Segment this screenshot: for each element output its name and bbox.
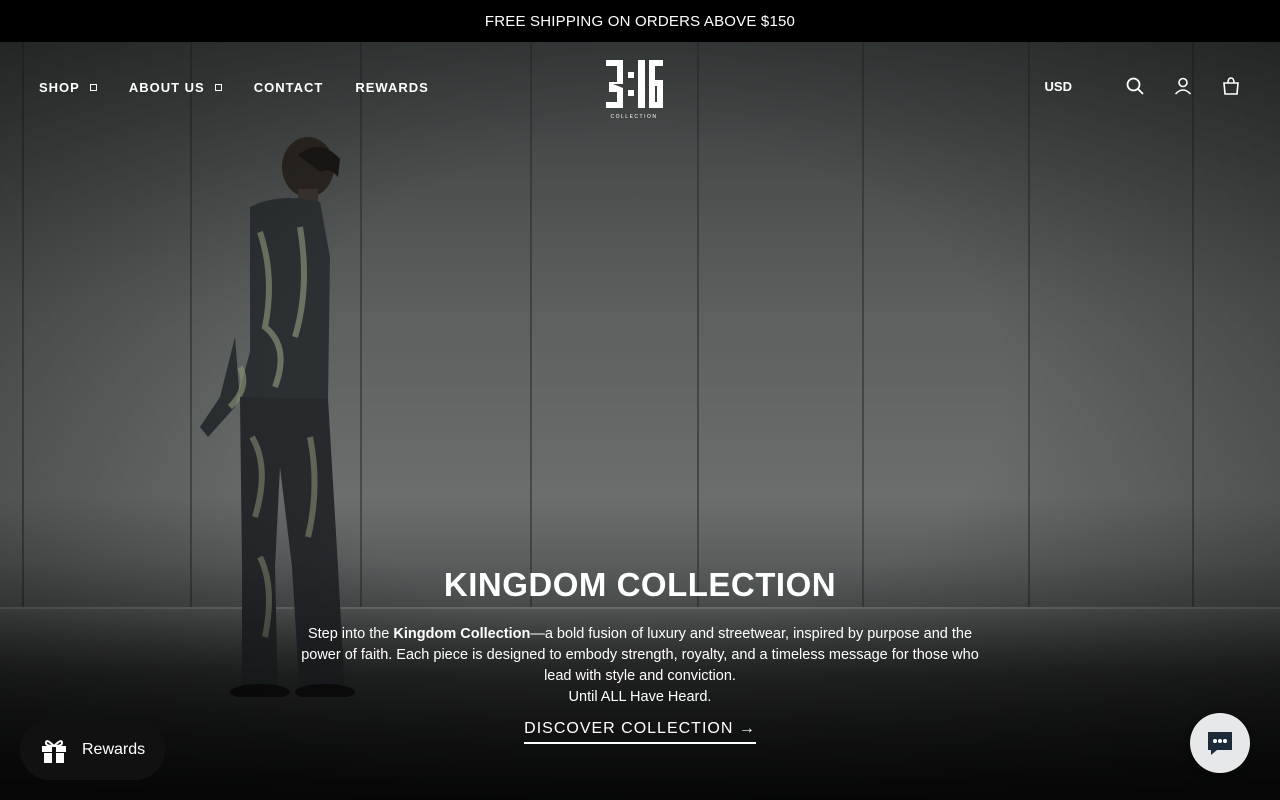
main-nav: SHOP ABOUT US CONTACT REWARDS <box>39 80 461 95</box>
cart-icon[interactable] <box>1220 75 1242 97</box>
announcement-text: FREE SHIPPING ON ORDERS ABOVE $150 <box>484 12 796 30</box>
svg-text:COLLECTION: COLLECTION <box>611 114 658 120</box>
rewards-label: Rewards <box>82 741 146 758</box>
currency-selector[interactable]: USD <box>1045 79 1072 94</box>
site-header: SHOP ABOUT US CONTACT REWARDS COLLECTION… <box>0 42 1280 132</box>
nav-rewards[interactable]: REWARDS <box>355 80 428 95</box>
announcement-bar: FREE SHIPPING ON ORDERS ABOVE $150 <box>0 0 1280 42</box>
nav-about-us[interactable]: ABOUT US <box>129 80 222 95</box>
desc-highlight: Kingdom Collection <box>393 626 531 642</box>
nav-contact-label: CONTACT <box>253 80 324 95</box>
nav-contact[interactable]: CONTACT <box>254 80 324 95</box>
rewards-widget-button[interactable]: Rewards <box>20 720 165 780</box>
desc-tagline: Until ALL Have Heard. <box>568 689 712 705</box>
hero-title: KINGDOM COLLECTION <box>443 566 837 603</box>
account-icon[interactable] <box>1172 75 1194 97</box>
chat-icon <box>1208 732 1232 755</box>
brand-logo[interactable]: COLLECTION <box>603 56 665 120</box>
hero-content: KINGDOM COLLECTION Step into the Kingdom… <box>300 566 980 744</box>
search-icon[interactable] <box>1124 75 1146 97</box>
chat-widget-button[interactable] <box>1190 713 1250 773</box>
desc-intro: Step into the <box>307 626 394 642</box>
nav-rewards-label: REWARDS <box>355 80 429 95</box>
dropdown-icon <box>214 84 222 91</box>
dropdown-icon <box>89 84 97 91</box>
gift-icon <box>42 740 66 763</box>
discover-collection-button[interactable]: DISCOVER COLLECTION → <box>524 720 756 744</box>
header-actions: USD <box>1045 75 1242 97</box>
nav-about-us-label: ABOUT US <box>128 80 205 95</box>
hero-description: Step into the Kingdom Collection—a bold … <box>300 624 980 708</box>
nav-shop-label: SHOP <box>39 80 80 95</box>
nav-shop[interactable]: SHOP <box>39 80 97 95</box>
